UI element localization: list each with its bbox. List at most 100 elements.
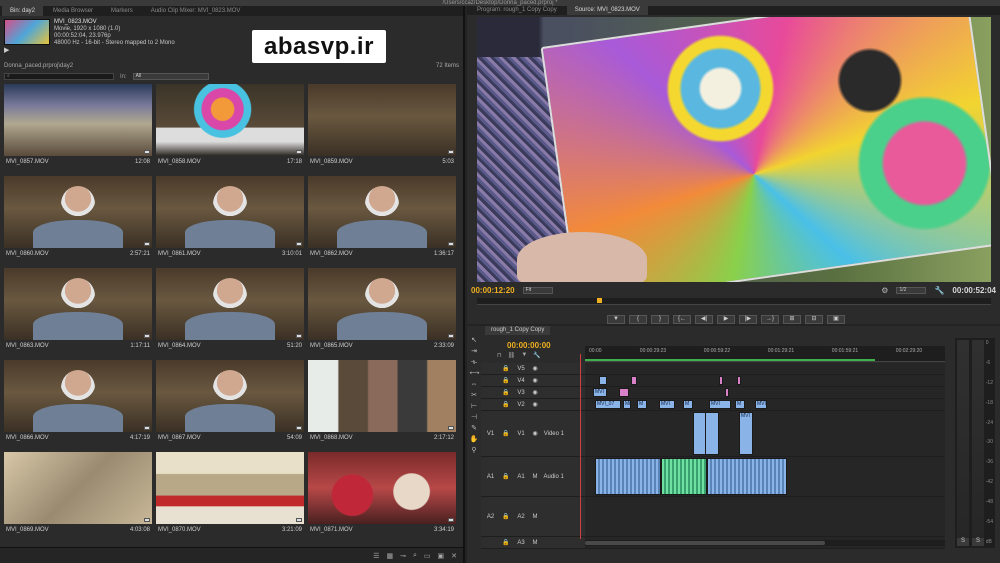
timeline-clip[interactable] — [661, 458, 707, 495]
clip-thumbnail[interactable] — [308, 360, 456, 432]
track-select-icon[interactable]: ⇥ — [470, 347, 479, 356]
new-item-icon[interactable]: ▣ — [438, 552, 445, 560]
go-to-in-button[interactable]: {← — [673, 315, 691, 324]
lock-icon[interactable]: 🔒 — [502, 389, 509, 396]
clip-thumbnail[interactable] — [156, 360, 304, 432]
clip-preview-thumbnail[interactable] — [4, 19, 50, 45]
timeline-clip[interactable] — [719, 376, 723, 385]
track-label[interactable]: V4 — [515, 378, 526, 384]
mark-out-button[interactable]: } — [651, 315, 669, 324]
timeline-clip[interactable] — [595, 458, 661, 495]
eye-icon[interactable]: ◉ — [532, 365, 537, 372]
track-label[interactable]: V5 — [515, 366, 526, 372]
track-lane[interactable] — [585, 497, 945, 536]
track-label[interactable]: A1 — [515, 474, 526, 480]
timeline-clip[interactable] — [619, 388, 629, 397]
timeline-clip[interactable] — [707, 458, 787, 495]
wrench-icon[interactable]: 🔧 — [934, 286, 944, 295]
tab-markers[interactable]: Markers — [103, 6, 141, 16]
clip-thumbnail-cell[interactable]: MVI_0868.MOV 2:17:12 — [308, 360, 456, 451]
eye-icon[interactable]: ◉ — [532, 377, 537, 384]
razor-icon[interactable]: ✂ — [470, 391, 479, 400]
timeline-clip[interactable]: MVI_07 — [595, 400, 621, 409]
search-icon[interactable]: ⌕ — [413, 552, 417, 559]
selection-tool-icon[interactable]: ↖ — [470, 336, 479, 345]
mute-icon[interactable]: M — [532, 540, 537, 546]
tab-bin[interactable]: Bin: day2 — [2, 6, 44, 16]
timeline-settings-icon[interactable]: 🔧 — [533, 352, 540, 359]
source-patch[interactable]: V1 — [485, 431, 496, 437]
video-frame[interactable] — [477, 17, 991, 282]
slide-icon[interactable]: ⊣ — [470, 413, 479, 422]
solo-left-button[interactable]: S — [957, 538, 969, 546]
clip-thumbnail-cell[interactable]: MVI_0869.MOV 4:03:08 — [4, 452, 152, 543]
timeline-clip[interactable] — [599, 376, 607, 385]
clip-thumbnail[interactable] — [4, 452, 152, 524]
lock-icon[interactable]: 🔒 — [502, 365, 509, 372]
timeline-clip[interactable] — [631, 376, 637, 385]
clip-thumbnail[interactable] — [4, 268, 152, 340]
step-forward-button[interactable]: |▶ — [739, 315, 757, 324]
lock-icon[interactable]: 🔒 — [502, 430, 509, 437]
clip-thumbnail[interactable] — [308, 268, 456, 340]
clip-thumbnail-cell[interactable]: MVI_0858.MOV 17:18 — [156, 84, 304, 175]
export-frame-button[interactable]: ▣ — [827, 315, 845, 324]
track-label[interactable]: V3 — [515, 390, 526, 396]
track-lane[interactable] — [585, 457, 945, 496]
timeline-playhead[interactable] — [580, 354, 581, 539]
list-view-icon[interactable]: ☰ — [373, 552, 379, 560]
play-icon[interactable]: ▶ — [4, 46, 9, 54]
track-label[interactable]: V2 — [515, 402, 526, 408]
clip-thumbnail-cell[interactable]: MVI_0870.MOV 3:21:09 — [156, 452, 304, 543]
zoom-icon[interactable]: ⚲ — [470, 446, 479, 455]
clip-thumbnail[interactable] — [4, 84, 152, 156]
source-patch[interactable]: A2 — [485, 514, 496, 520]
play-button[interactable]: ▶ — [717, 315, 735, 324]
tab-program[interactable]: Program: rough_1 Copy Copy — [469, 6, 565, 15]
clip-thumbnail[interactable] — [4, 176, 152, 248]
overwrite-button[interactable]: ⊟ — [805, 315, 823, 324]
rate-stretch-icon[interactable]: ⇔ — [470, 380, 479, 389]
linked-selection-icon[interactable]: ⛓ — [508, 352, 516, 359]
track-label[interactable]: A2 — [515, 514, 526, 520]
clip-thumbnail[interactable] — [4, 360, 152, 432]
snap-icon[interactable]: ⊓ — [497, 352, 502, 359]
mute-icon[interactable]: M — [532, 514, 537, 520]
clip-thumbnail-cell[interactable]: MVI_0860.MOV 2:57:21 — [4, 176, 152, 267]
timeline-scrollbar[interactable] — [585, 540, 945, 546]
timeline-clip[interactable] — [737, 376, 741, 385]
track-lane[interactable]: MVI_07 Mi M MVI M MVI M MVI — [585, 399, 945, 410]
timeline-clip[interactable]: MVI — [659, 400, 675, 409]
settings-icon[interactable]: ⚙ — [881, 286, 888, 295]
lock-icon[interactable]: 🔒 — [502, 401, 509, 408]
clip-thumbnail[interactable] — [308, 452, 456, 524]
timeline-timecode[interactable]: 00:00:00:00 — [507, 341, 551, 350]
zoom-fit-select[interactable]: Fit — [522, 286, 553, 294]
timeline-clip[interactable]: Mi — [623, 400, 631, 409]
eye-icon[interactable]: ◉ — [532, 401, 537, 408]
clip-thumbnail[interactable] — [156, 268, 304, 340]
clip-thumbnail[interactable] — [156, 176, 304, 248]
track-label[interactable]: A3 — [515, 540, 526, 546]
timeline-clip[interactable] — [725, 388, 729, 397]
track-lane[interactable]: MVI — [585, 387, 945, 398]
clip-thumbnail[interactable] — [156, 84, 304, 156]
timeline-clip[interactable]: M — [683, 400, 693, 409]
timeline-clip[interactable]: M — [735, 400, 745, 409]
lock-icon[interactable]: 🔒 — [502, 513, 509, 520]
new-bin-icon[interactable]: ▭ — [424, 552, 431, 560]
slip-icon[interactable]: ⊢ — [470, 402, 479, 411]
eye-icon[interactable]: ◉ — [532, 430, 537, 437]
tab-source[interactable]: Source: MVI_0823.MOV — [566, 6, 648, 15]
timeline-tab[interactable]: rough_1 Copy Copy — [485, 326, 551, 335]
clip-thumbnail-cell[interactable]: MVI_0859.MOV 5:03 — [308, 84, 456, 175]
track-lane[interactable]: MVI — [585, 411, 945, 456]
step-back-button[interactable]: ◀| — [695, 315, 713, 324]
track-label[interactable]: V1 — [515, 431, 526, 437]
search-input[interactable]: ⌕ — [4, 73, 114, 80]
clip-thumbnail-cell[interactable]: MVI_0862.MOV 1:36:17 — [308, 176, 456, 267]
lock-icon[interactable]: 🔒 — [502, 377, 509, 384]
lock-icon[interactable]: 🔒 — [502, 473, 509, 480]
timeline-clip[interactable]: M — [637, 400, 647, 409]
timeline-clip[interactable]: MVI — [709, 400, 731, 409]
